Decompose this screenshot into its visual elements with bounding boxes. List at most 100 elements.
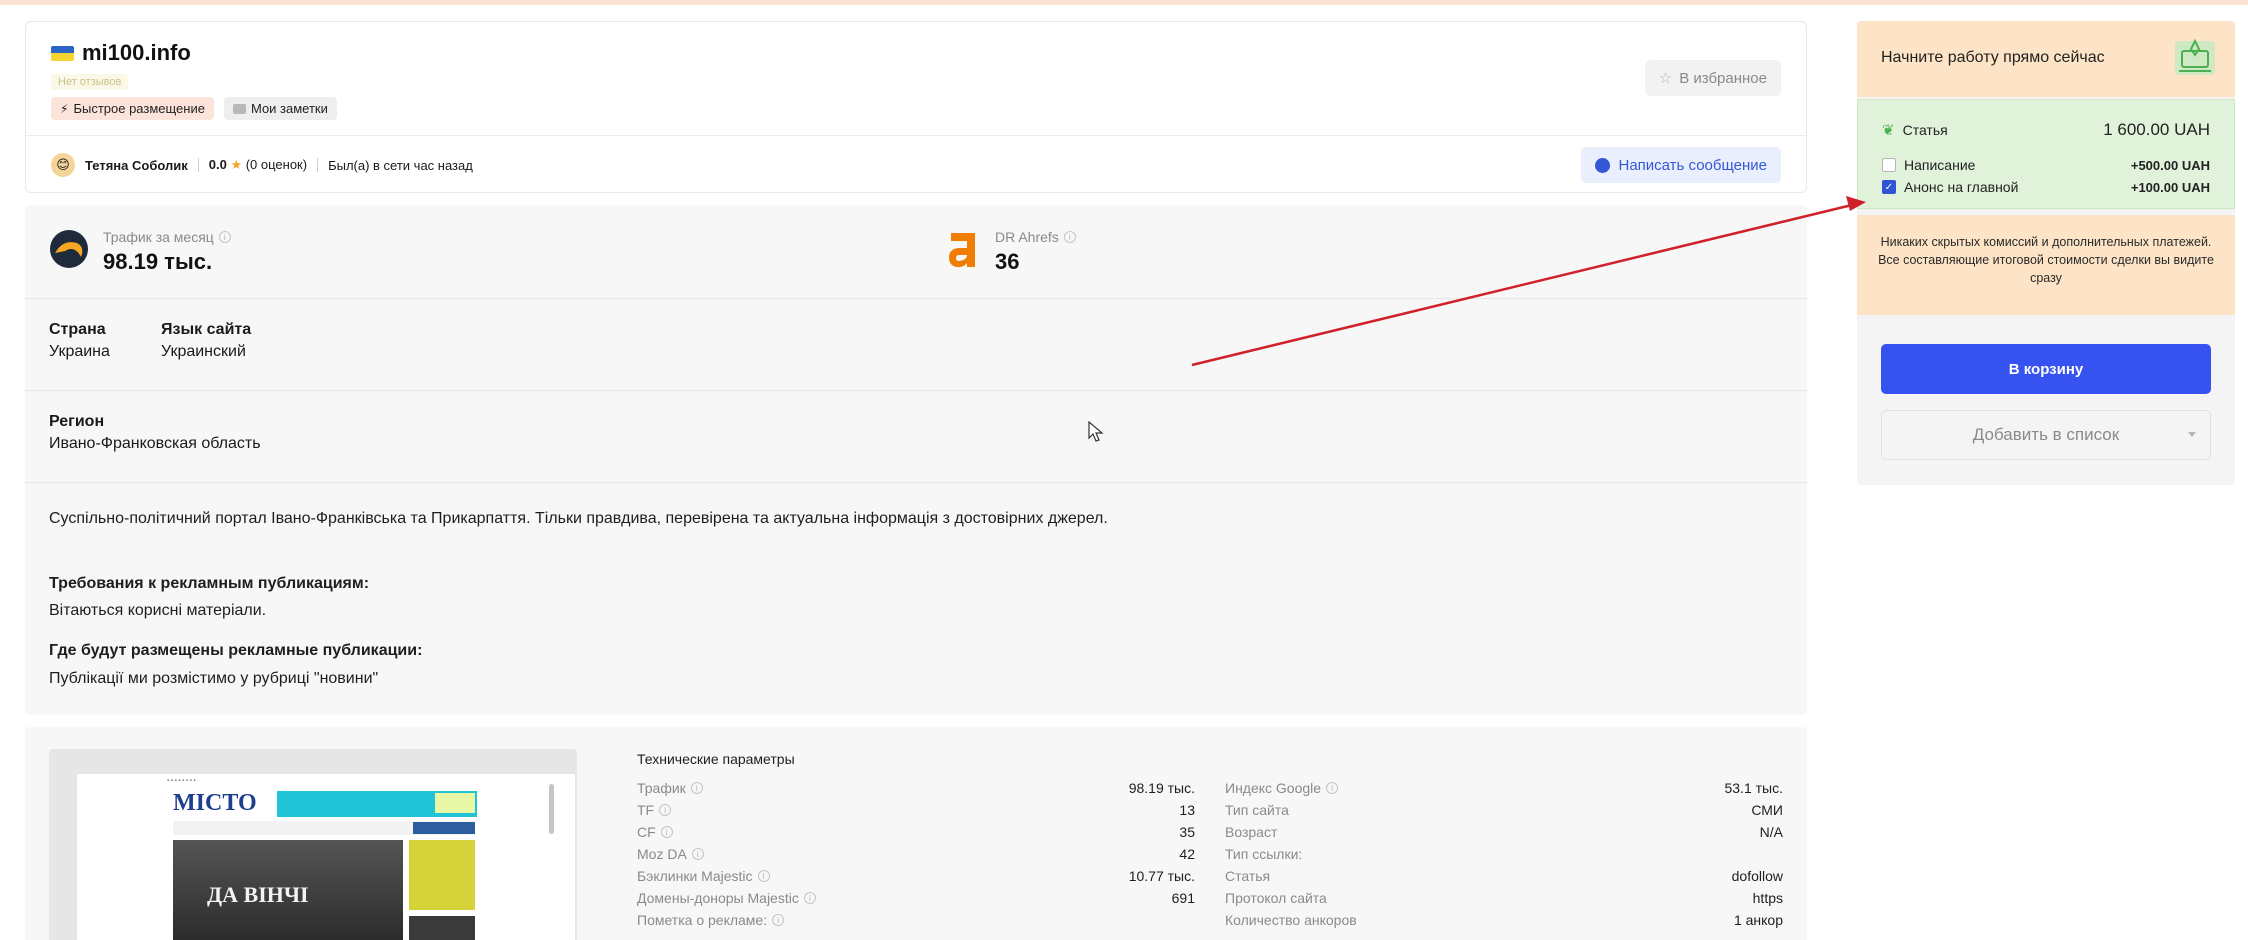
tech-panel: ▪ ▪ ▪ ▪ ▪ ▪ ▪ ▪ МІСТО ДА ВІНЧІ Техническ… (25, 727, 1807, 940)
tech-param-value: 13 (1179, 802, 1195, 818)
star-outline-icon: ☆ (1658, 70, 1673, 87)
tech-param-label: Индекс Google i (1225, 780, 1339, 796)
tech-param-label: CF i (637, 824, 673, 840)
traffic-metric: Трафик за месяц i 98.19 тыс. (49, 229, 231, 275)
site-screenshot[interactable]: ▪ ▪ ▪ ▪ ▪ ▪ ▪ ▪ МІСТО ДА ВІНЧІ (49, 749, 577, 940)
add-to-favorites-button[interactable]: ☆ В избранное (1644, 60, 1781, 96)
tech-title: Технические параметры (637, 751, 795, 767)
site-description: Суспільно-політичний портал Івано-Франкі… (49, 510, 1108, 527)
tech-param-row: Пометка о рекламе: i (637, 909, 1195, 931)
placement-value: Публікації ми розмістимо у рубриці "нови… (49, 670, 379, 687)
fast-placement-badge: ⚡ Быстрое размещение (51, 97, 214, 120)
comment-icon (232, 103, 246, 114)
tech-param-label: Трафик i (637, 780, 703, 796)
info-icon[interactable]: i (691, 848, 704, 860)
writing-checkbox[interactable] (1882, 158, 1896, 172)
site-name[interactable]: mi100.info (82, 40, 191, 66)
tech-param-label: Протокол сайта (1225, 890, 1327, 906)
chat-bubble-icon (1595, 157, 1611, 173)
tech-param-value: 98.19 тыс. (1128, 780, 1195, 796)
divider (25, 390, 1807, 391)
tech-param-row: Тип сайта СМИ (1225, 799, 1783, 821)
seller-name[interactable]: Тетяна Соболик (85, 158, 188, 173)
site-info-panel: Трафик за месяц i 98.19 тыс. DR Ahrefs i 3… (25, 205, 1807, 715)
top-strip (0, 0, 2248, 5)
tech-param-row: Индекс Google i 53.1 тыс. (1225, 777, 1783, 799)
info-icon[interactable]: i (218, 231, 231, 243)
tech-param-label: Количество анкоров (1225, 912, 1357, 928)
divider (26, 135, 1806, 136)
tech-param-label: Пометка о рекламе: i (637, 912, 785, 928)
page: mi100.info Нет отзывов ⚡ Быстрое размеще… (0, 0, 2248, 940)
send-message-button[interactable]: Написать сообщение (1581, 147, 1781, 183)
placement-label: Где будут размещены рекламные публикации… (49, 642, 423, 659)
site-title: mi100.info (51, 40, 191, 66)
screenshot-page: ▪ ▪ ▪ ▪ ▪ ▪ ▪ ▪ МІСТО ДА ВІНЧІ (77, 774, 575, 940)
screenshot-headline: ДА ВІНЧІ (207, 882, 309, 907)
tech-param-row: TF i 13 (637, 799, 1195, 821)
tech-param-label: Домены-доноры Majestic i (637, 890, 816, 906)
separator (317, 158, 319, 172)
tech-param-label: Статья (1225, 868, 1271, 884)
laptop-rocket-icon (2175, 38, 2215, 75)
no-hidden-fees-note: Никаких скрытых комиссий и дополнительны… (1857, 215, 2235, 315)
tech-param-value: 1 анкор (1733, 912, 1783, 928)
article-price-row: ❦ Статья 1 600.00 UAH (1882, 120, 2210, 139)
info-icon[interactable]: i (1063, 231, 1076, 243)
tech-param-value: https (1752, 890, 1783, 906)
my-notes-badge[interactable]: Мои заметки (223, 97, 337, 120)
info-icon[interactable]: i (757, 870, 770, 882)
tech-right-column: Индекс Google i 53.1 тыс. Тип сайта СМИ Возра… (1225, 777, 1783, 931)
writing-option[interactable]: Написание +500.00 UAH (1882, 157, 2210, 173)
chevron-down-icon (2188, 432, 2196, 437)
ahrefs-logo-icon (949, 233, 975, 268)
homepage-anons-option[interactable]: ✓ Анонс на главной +100.00 UAH (1882, 179, 2210, 195)
info-icon[interactable]: i (690, 782, 703, 794)
requirements-label: Требования к рекламным публикациям: (49, 575, 370, 592)
writing-price: +500.00 UAH (2130, 157, 2210, 173)
info-icon[interactable]: i (1326, 782, 1339, 794)
info-icon[interactable]: i (659, 804, 672, 816)
tech-param-value: 42 (1179, 846, 1195, 862)
dr-metric: DR Ahrefs i 36 (947, 229, 1076, 275)
avatar: 😊 (51, 153, 75, 177)
traffic-label: Трафик за месяц i (103, 229, 231, 245)
lightning-icon: ⚡ (60, 101, 69, 116)
tech-param-label: Возраст (1225, 824, 1278, 840)
tech-param-row: Тип ссылки: (1225, 843, 1783, 865)
homepage-anons-checkbox[interactable]: ✓ (1882, 180, 1896, 194)
tech-param-value: 53.1 тыс. (1724, 780, 1783, 796)
tech-param-value: N/A (1759, 824, 1783, 840)
region-field: Регион Ивано-Франковская область (49, 413, 261, 452)
tech-param-value: 35 (1179, 824, 1195, 840)
divider (25, 482, 1807, 483)
info-icon[interactable]: i (772, 914, 785, 926)
similarweb-logo-icon (50, 230, 88, 268)
no-reviews-badge: Нет отзывов (51, 74, 129, 90)
tech-param-row: Бэклинки Majestic i 10.77 тыс. (637, 865, 1195, 887)
article-price: 1 600.00 UAH (2103, 120, 2210, 139)
tech-param-value: dofollow (1731, 868, 1783, 884)
info-icon[interactable]: i (803, 892, 816, 904)
dr-value: 36 (995, 249, 1020, 274)
tech-param-label: Тип ссылки: (1225, 846, 1303, 862)
tech-left-column: Трафик i 98.19 тыс. TF i 13 CF i 35 Moz DA i 42 Бэкл… (637, 777, 1195, 931)
requirements-value: Вітаються корисні матеріали. (49, 602, 267, 619)
seller-rating: 0.0 ★ (0 оценок) (208, 157, 308, 172)
screenshot-logo: МІСТО (173, 790, 257, 816)
add-to-cart-button[interactable]: В корзину (1881, 344, 2211, 394)
language-field: Язык сайта Украинский (161, 321, 252, 360)
tech-param-row: Статья dofollow (1225, 865, 1783, 887)
order-panel: Начните работу прямо сейчас ❦ Статья 1 6… (1857, 21, 2235, 485)
mouse-cursor-icon (1088, 421, 1104, 442)
info-icon[interactable]: i (660, 826, 673, 838)
country-field: Страна Украина (49, 321, 110, 360)
site-badges: ⚡ Быстрое размещение Мои заметки (51, 97, 337, 120)
star-icon: ★ (230, 157, 243, 172)
start-banner: Начните работу прямо сейчас (1857, 21, 2235, 97)
tech-param-row: CF i 35 (637, 821, 1195, 843)
tech-param-row: Moz DA i 42 (637, 843, 1195, 865)
last-seen: Был(а) в сети час назад (328, 157, 473, 173)
site-card: mi100.info Нет отзывов ⚡ Быстрое размеще… (25, 21, 1807, 193)
add-to-list-dropdown[interactable]: Добавить в список (1881, 410, 2211, 460)
